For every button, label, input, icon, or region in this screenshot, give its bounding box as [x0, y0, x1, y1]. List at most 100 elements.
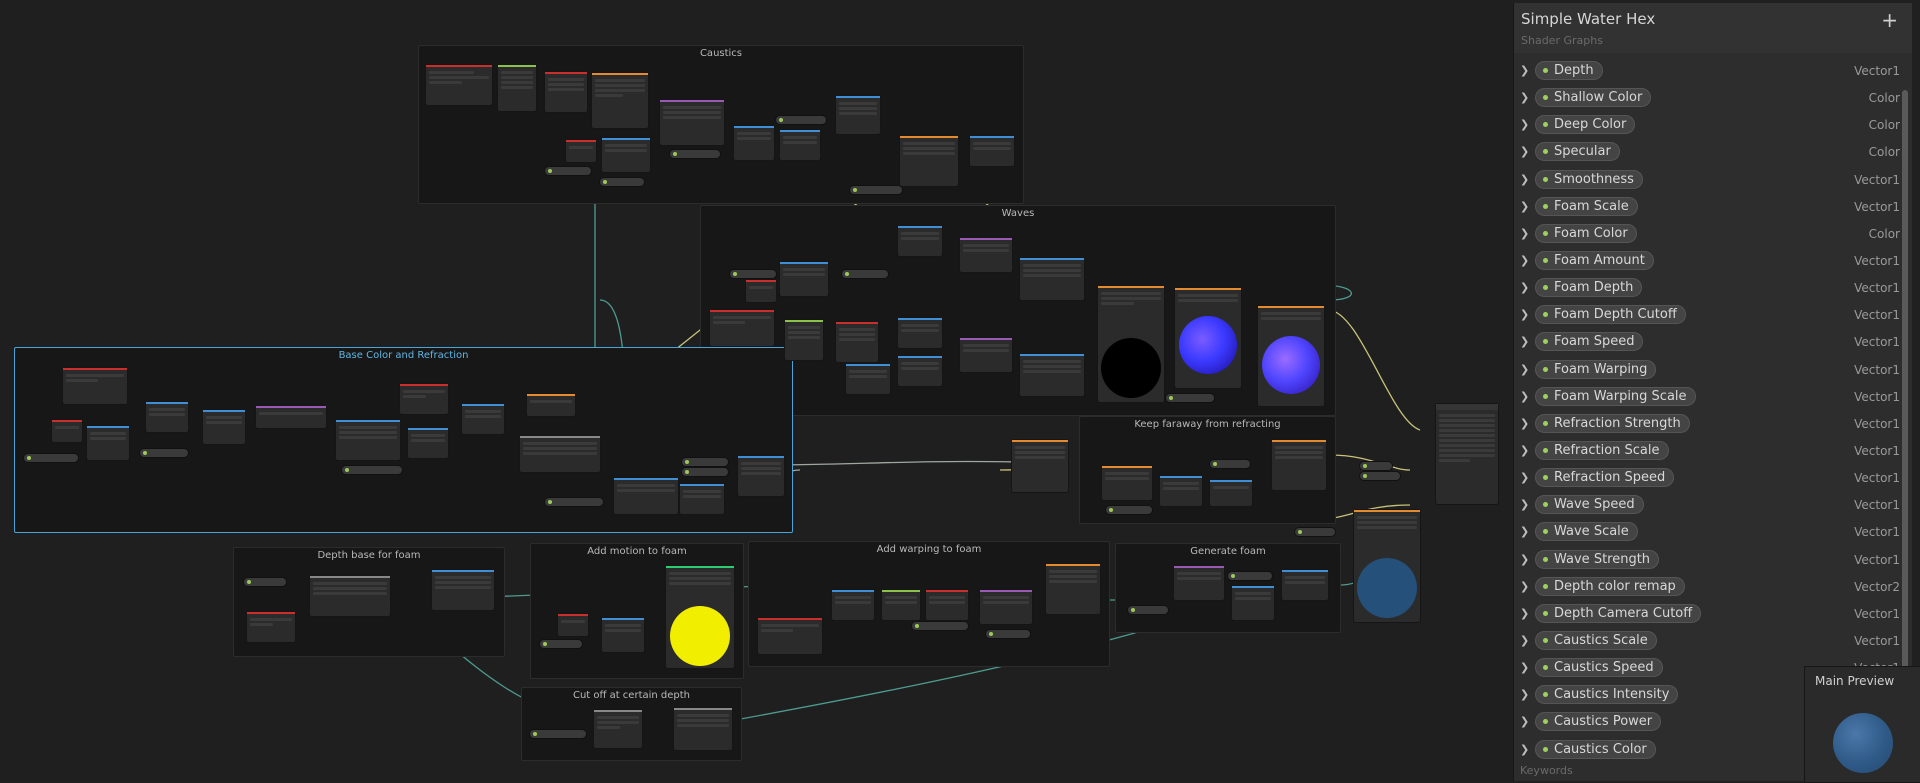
- node-voronoi[interactable]: [660, 100, 724, 145]
- expand-arrow-icon[interactable]: ❯: [1520, 118, 1529, 131]
- node-lerp-b[interactable]: [738, 456, 784, 496]
- property-pill[interactable]: Foam Speed: [1535, 332, 1644, 352]
- canvas-property-node[interactable]: [730, 270, 776, 278]
- node-remap-w1[interactable]: [1020, 258, 1084, 300]
- node-screen-position-f[interactable]: [247, 612, 295, 642]
- expand-arrow-icon[interactable]: ❯: [1520, 553, 1529, 566]
- property-item[interactable]: ❯ Refraction Scale Vector1: [1514, 438, 1902, 465]
- property-pill[interactable]: Refraction Strength: [1535, 413, 1690, 433]
- node-step-g[interactable]: [1282, 570, 1328, 600]
- expand-arrow-icon[interactable]: ❯: [1520, 498, 1529, 511]
- node-multiply[interactable]: [602, 138, 650, 172]
- canvas-property-node[interactable]: [912, 622, 968, 630]
- blackboard-panel[interactable]: Simple Water Hex Shader Graphs + ❯ Depth V…: [1513, 3, 1912, 781]
- property-item[interactable]: ❯ Depth Camera Cutoff Vector1: [1514, 601, 1902, 628]
- node-tiling-offset[interactable]: [666, 566, 734, 668]
- property-pill[interactable]: Foam Warping Scale: [1535, 386, 1696, 406]
- node-split-a[interactable]: [882, 590, 920, 620]
- node-normal-from-height[interactable]: [1175, 288, 1241, 388]
- property-pill[interactable]: Foam Depth: [1535, 278, 1643, 298]
- property-pill[interactable]: Deep Color: [1535, 115, 1636, 135]
- node-multiply-m[interactable]: [602, 618, 644, 652]
- node-multiply-b[interactable]: [87, 426, 129, 460]
- node-time-b[interactable]: [52, 420, 82, 442]
- property-pill[interactable]: Depth color remap: [1535, 576, 1685, 596]
- property-item[interactable]: ❯ Depth Vector1: [1514, 58, 1902, 85]
- scrollbar-thumb[interactable]: [1902, 90, 1908, 730]
- main-preview-panel[interactable]: Main Preview: [1804, 666, 1920, 783]
- property-item[interactable]: ❯ Refraction Speed Vector1: [1514, 465, 1902, 492]
- property-pill[interactable]: Depth: [1535, 61, 1603, 80]
- property-item[interactable]: ❯ Foam Warping Scale Vector1: [1514, 384, 1902, 411]
- property-pill[interactable]: Caustics Scale: [1535, 630, 1657, 650]
- node-get-water-depth-f[interactable]: [310, 576, 390, 616]
- canvas-property-node[interactable]: [1210, 460, 1250, 468]
- main-preview-sphere[interactable]: [1833, 713, 1893, 773]
- node-position-b[interactable]: [63, 368, 127, 404]
- blackboard-scrollbar[interactable]: [1901, 55, 1909, 755]
- property-item[interactable]: ❯ Shallow Color Color: [1514, 85, 1902, 112]
- property-pill[interactable]: Caustics Intensity: [1535, 685, 1679, 705]
- node-multiply-b3[interactable]: [408, 428, 448, 458]
- property-pill[interactable]: Foam Amount: [1535, 250, 1654, 270]
- property-item[interactable]: ❯ Foam Scale Vector1: [1514, 194, 1902, 221]
- canvas-property-node[interactable]: [244, 578, 286, 586]
- node-position-w[interactable]: [710, 310, 774, 346]
- property-item[interactable]: ❯ Wave Speed Vector1: [1514, 492, 1902, 519]
- expand-arrow-icon[interactable]: ❯: [1520, 64, 1529, 77]
- canvas-property-node[interactable]: [1360, 472, 1400, 480]
- node-blend-final[interactable]: [1354, 510, 1420, 622]
- node-add-w[interactable]: [898, 226, 942, 256]
- canvas-property-node[interactable]: [540, 640, 582, 648]
- property-pill[interactable]: Foam Warping: [1535, 359, 1657, 379]
- expand-arrow-icon[interactable]: ❯: [1520, 444, 1529, 457]
- property-item[interactable]: ❯ Foam Speed Vector1: [1514, 329, 1902, 356]
- node-blend-a[interactable]: [1046, 564, 1100, 614]
- node-multiply-k[interactable]: [1160, 476, 1202, 506]
- expand-arrow-icon[interactable]: ❯: [1520, 200, 1529, 213]
- node-time-w[interactable]: [746, 280, 776, 302]
- canvas-property-node[interactable]: [1228, 572, 1272, 580]
- node-multiply-g[interactable]: [1232, 586, 1274, 620]
- property-pill[interactable]: Caustics Power: [1535, 712, 1662, 732]
- expand-arrow-icon[interactable]: ❯: [1520, 417, 1529, 430]
- node-position[interactable]: [426, 65, 492, 105]
- node-remap-b[interactable]: [336, 420, 400, 460]
- canvas-property-node[interactable]: [670, 150, 720, 158]
- node-add-b2[interactable]: [462, 404, 504, 434]
- node-vector2-w[interactable]: [836, 322, 878, 362]
- node-add-b[interactable]: [146, 402, 188, 432]
- property-pill[interactable]: Foam Scale: [1535, 196, 1638, 216]
- canvas-property-node[interactable]: [682, 458, 728, 466]
- node-simple-noise-2[interactable]: [960, 338, 1012, 372]
- canvas-property-node[interactable]: [140, 449, 188, 457]
- node-multiply-b2[interactable]: [203, 410, 245, 444]
- node-comparison[interactable]: [594, 710, 642, 748]
- expand-arrow-icon[interactable]: ❯: [1520, 145, 1529, 158]
- expand-arrow-icon[interactable]: ❯: [1520, 227, 1529, 240]
- property-pill[interactable]: Wave Scale: [1535, 522, 1638, 542]
- expand-arrow-icon[interactable]: ❯: [1520, 335, 1529, 348]
- canvas-property-node[interactable]: [24, 454, 78, 462]
- node-remap-f[interactable]: [432, 570, 494, 610]
- property-item[interactable]: ❯ Wave Strength Vector1: [1514, 547, 1902, 574]
- canvas-property-node[interactable]: [986, 630, 1030, 638]
- expand-arrow-icon[interactable]: ❯: [1520, 715, 1529, 728]
- canvas-property-node[interactable]: [600, 178, 644, 186]
- expand-arrow-icon[interactable]: ❯: [1520, 281, 1529, 294]
- keywords-section-label[interactable]: Keywords: [1520, 764, 1573, 777]
- node-gradient-noise-g[interactable]: [1174, 566, 1224, 600]
- node-vector2-a[interactable]: [926, 590, 968, 620]
- canvas-property-node[interactable]: [1128, 606, 1168, 614]
- shader-graph-canvas[interactable]: Caustics Waves Base Color and Refraction…: [0, 0, 1512, 781]
- add-property-button[interactable]: +: [1881, 8, 1898, 32]
- expand-arrow-icon[interactable]: ❯: [1520, 471, 1529, 484]
- property-item[interactable]: ❯ Foam Amount Vector1: [1514, 248, 1902, 275]
- expand-arrow-icon[interactable]: ❯: [1520, 173, 1529, 186]
- canvas-property-node[interactable]: [342, 466, 402, 474]
- property-item[interactable]: ❯ Foam Warping Vector1: [1514, 357, 1902, 384]
- property-pill[interactable]: Specular: [1535, 142, 1620, 162]
- node-multiply-w3[interactable]: [846, 364, 890, 394]
- canvas-property-node[interactable]: [530, 730, 586, 738]
- property-item[interactable]: ❯ Specular Color: [1514, 139, 1902, 166]
